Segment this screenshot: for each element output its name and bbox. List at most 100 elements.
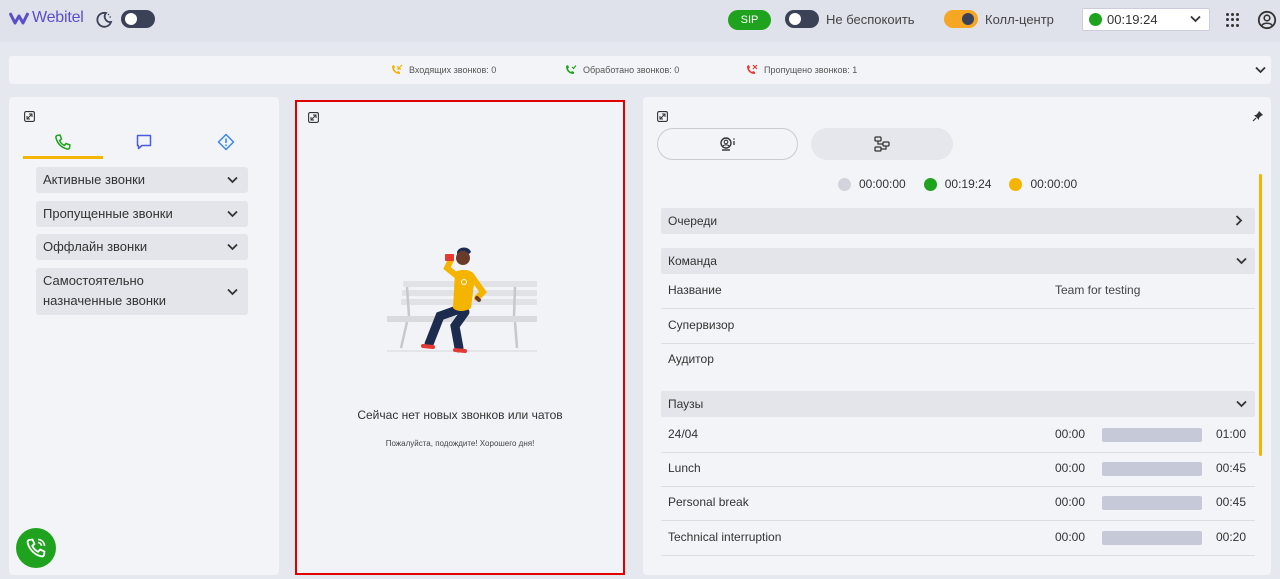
workspace-panel: Сейчас нет новых звонков или чатов Пожал…	[295, 100, 625, 575]
communication-tabs	[23, 125, 269, 159]
offline-time: 00:00:00	[859, 177, 906, 191]
pause-name: Lunch	[668, 461, 701, 475]
apps-grid-icon[interactable]	[1226, 13, 1240, 27]
pause-name: Personal break	[668, 495, 749, 509]
chevron-down-icon	[227, 243, 238, 251]
pause-progress-bar	[1102, 462, 1202, 476]
team-name-value: Team for testing	[1055, 283, 1141, 297]
pauses-label: Паузы	[668, 397, 704, 411]
handled-calls-label: Обработано звонков: 0	[583, 64, 680, 75]
dnd-toggle[interactable]	[785, 10, 819, 28]
auditor-row: Аудитор	[661, 343, 1255, 377]
missed-calls-section[interactable]: Пропущенные звонки	[36, 201, 248, 227]
pause-row[interactable]: Technical interruption 00:00 00:20	[661, 521, 1255, 556]
self-assigned-calls-section[interactable]: Самостоятельно назначенные звонки	[36, 268, 248, 315]
scrollbar-thumb[interactable]	[1259, 174, 1262, 456]
offline-calls-section[interactable]: Оффлайн звонки	[36, 234, 248, 260]
chevron-down-icon	[227, 176, 238, 184]
pauses-section[interactable]: Паузы	[661, 391, 1255, 417]
incoming-calls-label: Входящих звонков: 0	[409, 64, 497, 75]
chevron-right-icon	[1235, 215, 1243, 226]
handled-call-icon	[566, 65, 577, 74]
chat-icon	[136, 134, 152, 150]
section-label-line2: назначенные звонки	[43, 293, 166, 308]
section-label-line1: Самостоятельно	[43, 273, 144, 288]
pin-icon[interactable]	[1252, 110, 1264, 122]
expand-icon[interactable]	[657, 111, 668, 122]
team-label: Команда	[668, 254, 717, 268]
logo-text: Webitel	[32, 9, 84, 26]
chevron-down-icon	[227, 288, 238, 296]
chevron-down-icon	[1236, 257, 1247, 265]
call-stats-bar: Входящих звонков: 0 Обработано звонков: …	[9, 56, 1271, 84]
section-label: Оффлайн звонки	[43, 239, 148, 254]
flow-diagram-icon	[874, 136, 890, 152]
pause-progress-bar	[1102, 428, 1202, 442]
pause-limit: 00:20	[1216, 530, 1247, 544]
pause-elapsed: 00:00	[1055, 495, 1086, 509]
incoming-calls-stat: Входящих звонков: 0	[390, 64, 496, 75]
team-name-row: Название Team for testing	[661, 274, 1255, 309]
supervisor-row: Супервизор	[661, 309, 1255, 344]
missed-call-icon	[747, 64, 758, 74]
tab-alerts[interactable]	[186, 125, 266, 159]
online-time-dot	[923, 177, 937, 191]
agent-info-icon	[719, 137, 735, 151]
pause-row[interactable]: Personal break 00:00 00:45	[661, 486, 1255, 521]
phone-icon	[55, 134, 71, 150]
queues-section[interactable]: Очереди	[661, 208, 1255, 234]
online-time: 00:19:24	[944, 177, 992, 191]
expand-icon[interactable]	[24, 111, 35, 122]
chevron-down-icon	[1236, 400, 1247, 408]
dnd-label: Не беспокоить	[826, 12, 915, 27]
team-name-key: Название	[668, 283, 722, 297]
chevron-down-icon	[227, 210, 238, 218]
handled-calls-stat: Обработано звонков: 0	[564, 64, 679, 75]
theme-toggle[interactable]	[121, 10, 155, 28]
active-calls-section[interactable]: Активные звонки	[36, 167, 248, 193]
pause-name: 24/04	[668, 427, 699, 441]
alert-icon	[217, 133, 235, 151]
dialer-fab-button[interactable]	[16, 528, 56, 568]
pause-limit: 01:00	[1216, 427, 1247, 441]
tab-chats[interactable]	[104, 125, 184, 159]
incoming-call-icon	[392, 64, 403, 74]
stats-expand-chevron-icon[interactable]	[1255, 66, 1266, 74]
empty-state-title: Сейчас нет новых звонков или чатов	[357, 408, 563, 422]
top-bar: Webitel SIP Не беспокоить Колл-центр 00:…	[0, 0, 1280, 42]
chevron-down-icon	[1190, 15, 1201, 23]
pause-row[interactable]: 24/04 00:00 01:00	[661, 418, 1255, 453]
section-label: Активные звонки	[43, 172, 146, 187]
supervisor-key: Супервизор	[668, 318, 735, 332]
pause-time: 00:00:00	[1030, 177, 1078, 191]
section-label: Пропущенные звонки	[43, 206, 173, 221]
expand-icon[interactable]	[308, 112, 319, 123]
pause-elapsed: 00:00	[1055, 530, 1086, 544]
empty-state-illustration	[387, 247, 537, 353]
account-icon[interactable]	[1257, 10, 1277, 30]
pause-time-dot	[1009, 177, 1023, 191]
offline-time-dot	[838, 177, 851, 191]
pause-row[interactable]: Lunch 00:00 00:45	[661, 452, 1255, 487]
tab-agent-info[interactable]	[657, 128, 798, 160]
pause-limit: 00:45	[1216, 461, 1247, 475]
pause-progress-bar	[1102, 531, 1202, 545]
left-panel: Активные звонки Пропущенные звонки Оффла…	[9, 97, 279, 575]
empty-state-subtitle: Пожалуйста, подождите! Хорошего дня!	[385, 439, 535, 448]
pause-limit: 00:45	[1216, 495, 1247, 509]
missed-calls-label: Пропущено звонков: 1	[764, 64, 858, 75]
agent-info-panel: 00:00:00 00:19:24 00:00:00 Очереди Коман…	[643, 97, 1271, 575]
auditor-key: Аудитор	[668, 352, 714, 366]
sip-status-badge: SIP	[728, 10, 771, 30]
online-status-dot	[1089, 13, 1102, 26]
team-section[interactable]: Команда	[661, 248, 1255, 274]
night-mode-icon	[96, 11, 113, 28]
agent-status-select[interactable]: 00:19:24	[1082, 8, 1210, 31]
tab-workflow[interactable]	[811, 128, 953, 160]
webitel-logo-icon	[9, 12, 29, 25]
phone-call-icon	[26, 538, 46, 558]
callcenter-toggle[interactable]	[944, 10, 978, 28]
pause-progress-bar	[1102, 496, 1202, 510]
tab-calls[interactable]	[23, 125, 103, 159]
logo: Webitel	[9, 9, 84, 27]
